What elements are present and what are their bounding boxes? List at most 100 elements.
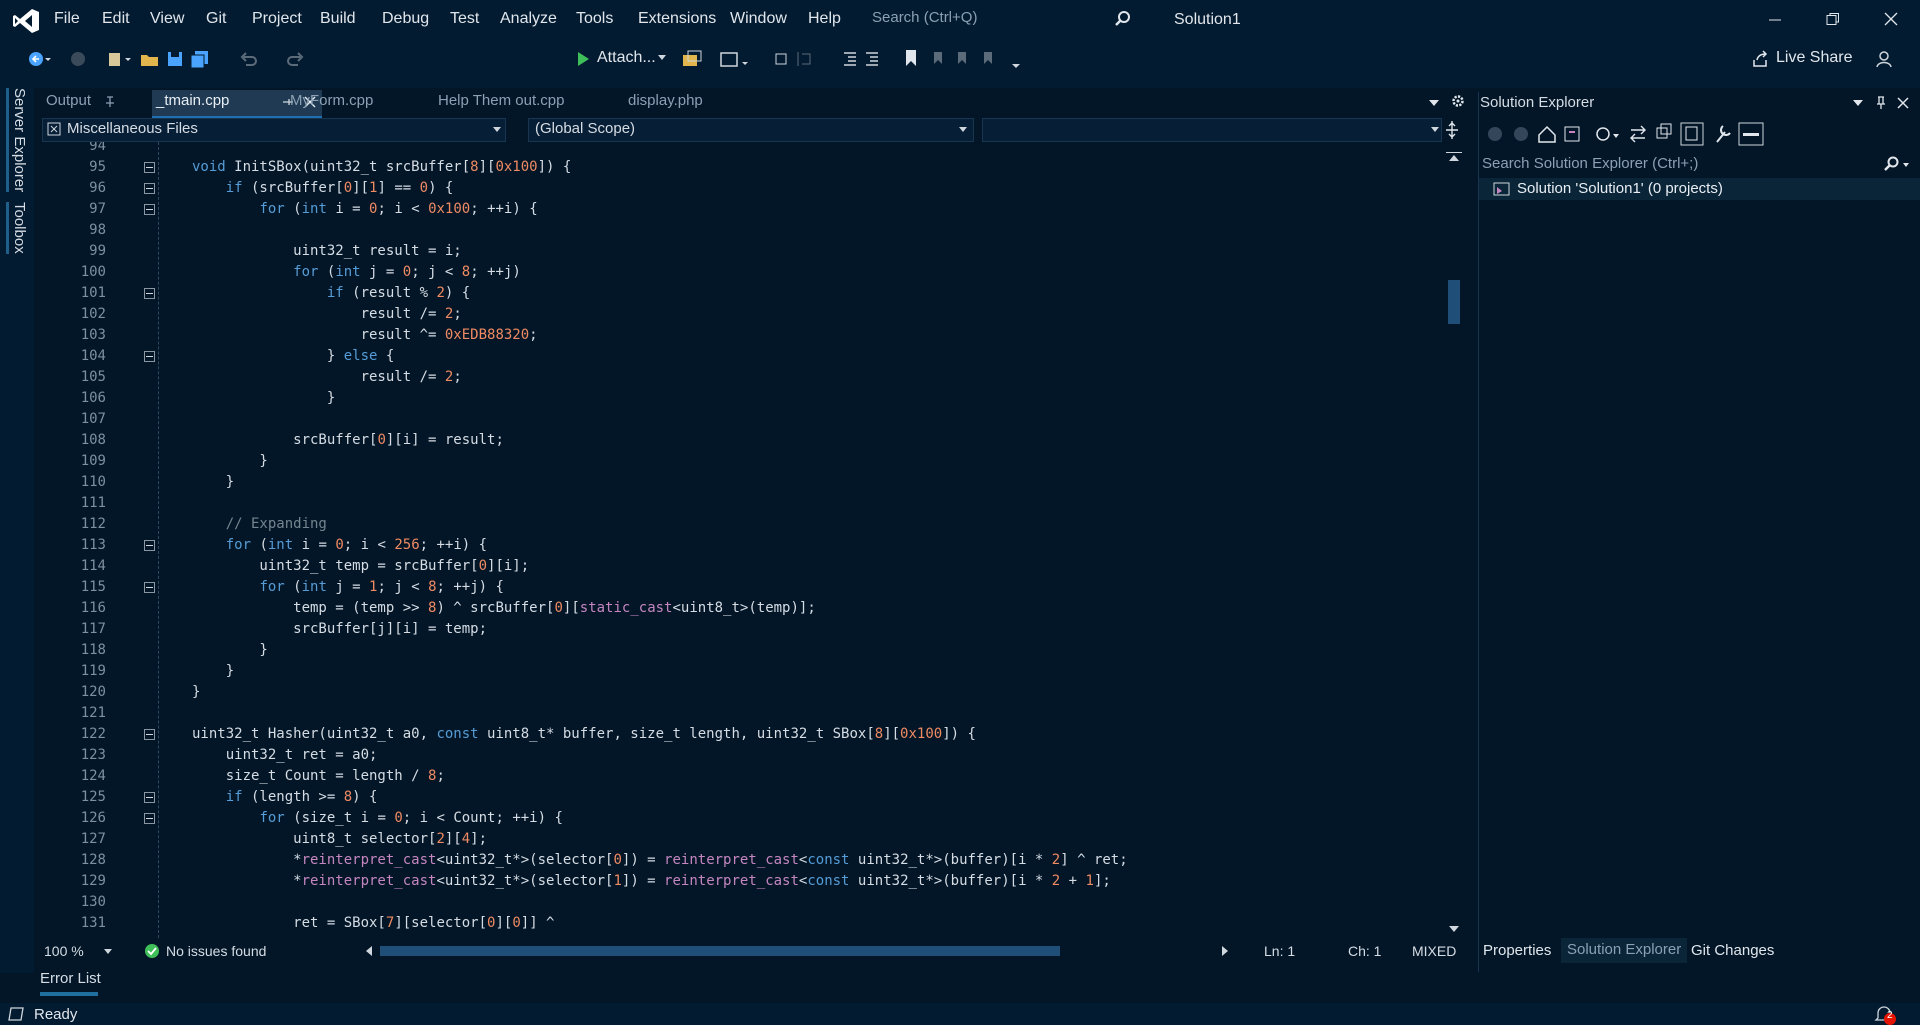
horizontal-scroll-thumb[interactable] bbox=[380, 946, 1060, 956]
menu-project[interactable]: Project bbox=[252, 10, 302, 28]
collapse-icon[interactable] bbox=[144, 540, 155, 551]
collapse-icon[interactable] bbox=[144, 288, 155, 299]
tab-display-php[interactable]: display.php bbox=[628, 92, 703, 109]
issues-status[interactable]: No issues found bbox=[166, 943, 266, 959]
menu-file[interactable]: File bbox=[54, 10, 80, 28]
collapse-icon[interactable] bbox=[144, 183, 155, 194]
menu-help[interactable]: Help bbox=[808, 10, 841, 28]
se-title: Solution Explorer bbox=[1480, 94, 1594, 111]
settings-gear-icon[interactable] bbox=[1451, 94, 1465, 108]
code-text: } bbox=[192, 388, 335, 409]
search-icon[interactable] bbox=[1114, 10, 1132, 28]
se-toolbar[interactable] bbox=[1485, 122, 1785, 148]
code-line: 99 uint32_t result = i; bbox=[40, 241, 1440, 262]
menu-edit[interactable]: Edit bbox=[102, 10, 130, 28]
se-close-icon[interactable] bbox=[1897, 97, 1909, 109]
line-number: 103 bbox=[40, 325, 106, 346]
attach-button[interactable]: Attach... bbox=[597, 49, 656, 67]
collapse-icon[interactable] bbox=[144, 582, 155, 593]
properties-tab[interactable]: Properties bbox=[1483, 942, 1551, 959]
save-icon[interactable] bbox=[166, 50, 184, 68]
split-editor-icon[interactable] bbox=[1444, 120, 1460, 140]
line-number-status[interactable]: Ln: 1 bbox=[1264, 943, 1295, 959]
menu-tools[interactable]: Tools bbox=[576, 10, 613, 28]
code-line: 123 uint32_t ret = a0; bbox=[40, 745, 1440, 766]
server-explorer-tab[interactable]: Server Explorer bbox=[6, 88, 28, 192]
zoom-dropdown-icon[interactable] bbox=[104, 949, 112, 955]
new-project-icon[interactable] bbox=[106, 49, 136, 69]
vertical-scroll-thumb[interactable] bbox=[1448, 280, 1460, 324]
live-share-button[interactable]: Live Share bbox=[1776, 49, 1853, 67]
vertical-scrollbar[interactable] bbox=[1442, 142, 1466, 938]
error-list-tab[interactable]: Error List bbox=[40, 968, 130, 992]
code-text: result /= 2; bbox=[192, 367, 462, 388]
close-window-icon[interactable] bbox=[1884, 12, 1898, 26]
menu-test[interactable]: Test bbox=[450, 10, 479, 28]
bookmark-nav-icons[interactable] bbox=[930, 49, 1030, 71]
feedback-icon[interactable] bbox=[1874, 49, 1894, 69]
collapse-icon[interactable] bbox=[144, 204, 155, 215]
line-number: 107 bbox=[40, 409, 106, 430]
restore-icon[interactable] bbox=[1826, 12, 1840, 26]
open-folder-icon[interactable] bbox=[140, 50, 160, 68]
scroll-down-icon[interactable] bbox=[1449, 926, 1459, 932]
undo-icon[interactable] bbox=[240, 51, 270, 67]
collapse-icon[interactable] bbox=[144, 792, 155, 803]
navigate-back-icon[interactable] bbox=[28, 51, 52, 67]
menu-extensions[interactable]: Extensions bbox=[638, 10, 716, 28]
code-line: 107 bbox=[40, 409, 1440, 430]
git-changes-tab[interactable]: Git Changes bbox=[1691, 942, 1774, 959]
save-all-icon[interactable] bbox=[190, 50, 210, 68]
scroll-left-icon[interactable] bbox=[366, 946, 372, 956]
process-icon[interactable] bbox=[682, 50, 702, 68]
redo-icon[interactable] bbox=[284, 51, 314, 67]
step-icon[interactable] bbox=[774, 50, 814, 68]
browse-icon[interactable] bbox=[720, 50, 750, 70]
collapse-icon[interactable] bbox=[144, 162, 155, 173]
code-line: 125 if (length >= 8) { bbox=[40, 787, 1440, 808]
zoom-level[interactable]: 100 % bbox=[44, 943, 84, 959]
collapse-icon[interactable] bbox=[144, 729, 155, 740]
menu-git[interactable]: Git bbox=[206, 10, 226, 28]
code-line: 102 result /= 2; bbox=[40, 304, 1440, 325]
member-dropdown[interactable] bbox=[982, 118, 1442, 142]
menu-window[interactable]: Window bbox=[730, 10, 787, 28]
menu-view[interactable]: View bbox=[150, 10, 184, 28]
start-icon[interactable] bbox=[576, 51, 590, 67]
code-editor[interactable]: 9495void InitSBox(uint32_t srcBuffer[8][… bbox=[40, 142, 1440, 938]
notification-count: 2 bbox=[1887, 1010, 1893, 1021]
project-dropdown[interactable]: Miscellaneous Files bbox=[42, 118, 506, 142]
solution-explorer-tab[interactable]: Solution Explorer bbox=[1561, 938, 1687, 963]
toolbox-tab[interactable]: Toolbox bbox=[6, 202, 28, 254]
menu-debug[interactable]: Debug bbox=[382, 10, 429, 28]
bookmark-icon[interactable] bbox=[904, 49, 918, 67]
navigate-forward-icon[interactable] bbox=[70, 51, 86, 67]
scope-dropdown[interactable]: (Global Scope) bbox=[528, 118, 974, 142]
tab-output[interactable]: Output bbox=[46, 92, 91, 109]
se-search-icon[interactable] bbox=[1883, 156, 1911, 172]
line-number: 102 bbox=[40, 304, 106, 325]
indent-icon[interactable] bbox=[842, 50, 882, 68]
scroll-up-icon[interactable] bbox=[1449, 155, 1459, 161]
attach-dropdown-icon[interactable] bbox=[658, 55, 666, 61]
minimize-icon[interactable] bbox=[1768, 12, 1782, 26]
live-share-icon[interactable] bbox=[1752, 50, 1770, 68]
se-tree-item-solution[interactable]: Solution 'Solution1' (0 projects) bbox=[1479, 178, 1920, 200]
search-box[interactable]: Search (Ctrl+Q) bbox=[872, 9, 992, 31]
tab-overflow-icon[interactable] bbox=[1429, 100, 1439, 106]
editor-status-strip: 100 % No issues found Ln: 1 Ch: 1 MIXED … bbox=[40, 940, 1472, 962]
scroll-right-icon[interactable] bbox=[1222, 946, 1228, 956]
column-status[interactable]: Ch: 1 bbox=[1348, 943, 1381, 959]
se-search-box[interactable]: Search Solution Explorer (Ctrl+;) bbox=[1479, 152, 1920, 176]
tab-myform-cpp[interactable]: MyForm.cpp bbox=[290, 92, 373, 109]
encoding-status[interactable]: MIXED bbox=[1412, 943, 1456, 959]
menu-analyze[interactable]: Analyze bbox=[500, 10, 557, 28]
tab-help-them-out-cpp[interactable]: Help Them out.cpp bbox=[438, 92, 564, 109]
menu-build[interactable]: Build bbox=[320, 10, 356, 28]
collapse-icon[interactable] bbox=[144, 351, 155, 362]
se-pin-icon[interactable] bbox=[1875, 96, 1887, 110]
line-number: 100 bbox=[40, 262, 106, 283]
se-menu-icon[interactable] bbox=[1853, 100, 1863, 106]
collapse-icon[interactable] bbox=[144, 813, 155, 824]
pin-icon[interactable] bbox=[104, 96, 116, 108]
